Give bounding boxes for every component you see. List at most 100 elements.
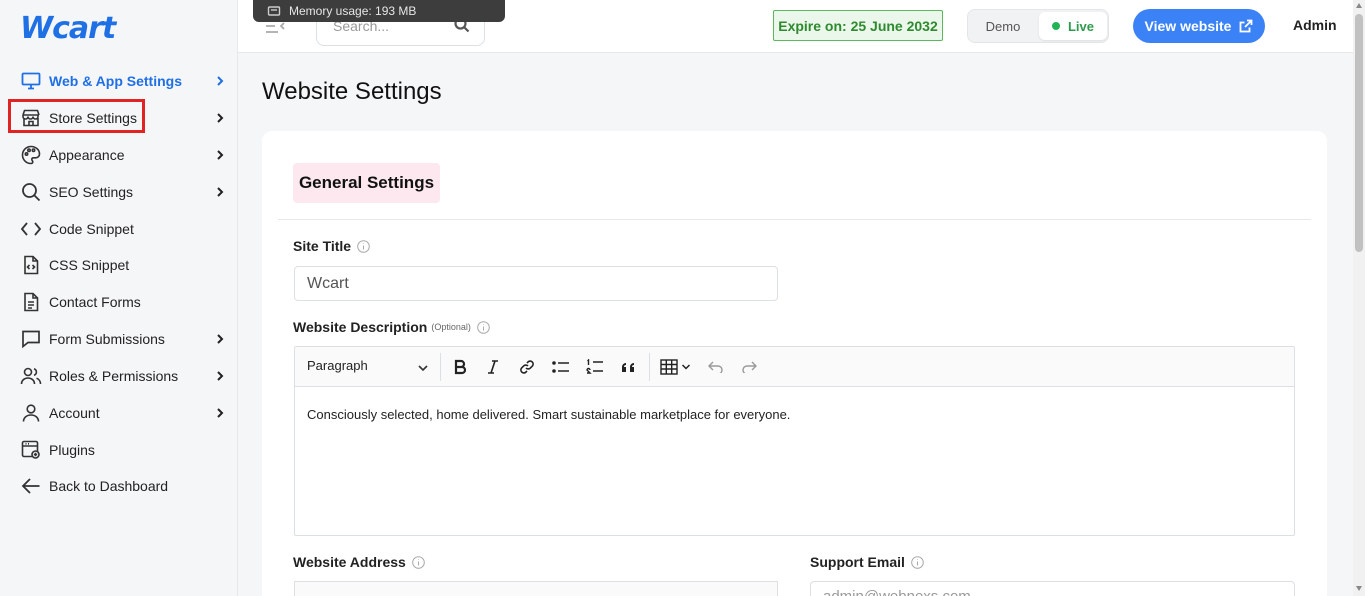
- memory-usage-tooltip: Memory usage: 193 MB: [253, 0, 505, 22]
- website-address-label-text: Website Address: [293, 554, 406, 570]
- website-address-label: Website Address: [293, 554, 425, 570]
- chevron-right-icon: [214, 75, 226, 87]
- chevron-right-icon: [214, 333, 226, 345]
- page-title: Website Settings: [262, 78, 442, 105]
- users-icon: [20, 365, 42, 387]
- chevron-right-icon: [214, 370, 226, 382]
- sidebar-item-account[interactable]: Account: [0, 394, 238, 431]
- undo-icon[interactable]: [704, 355, 728, 379]
- toolbar-separator: [440, 353, 441, 381]
- sidebar-item-plugins[interactable]: Plugins: [0, 431, 238, 468]
- blockquote-icon[interactable]: [617, 355, 641, 379]
- memory-usage-text: Memory usage: 193 MB: [289, 4, 417, 18]
- site-title-value: Wcart: [307, 275, 349, 292]
- sidebar-item-label: Appearance: [49, 146, 125, 163]
- memory-icon: [267, 4, 281, 18]
- toolbar-separator: [649, 353, 650, 381]
- sidebar-item-roles-permissions[interactable]: Roles & Permissions: [0, 357, 238, 394]
- css-file-icon: [20, 254, 42, 276]
- user-icon: [20, 402, 42, 424]
- sidebar-item-web-app-settings[interactable]: Web & App Settings: [0, 62, 238, 99]
- sidebar-item-label: SEO Settings: [49, 183, 134, 200]
- sidebar-item-form-submissions[interactable]: Form Submissions: [0, 320, 238, 357]
- monitor-icon: [20, 70, 42, 92]
- sidebar-item-seo-settings[interactable]: SEO Settings: [0, 173, 238, 210]
- info-icon[interactable]: [412, 555, 425, 569]
- sidebar-item-css-snippet[interactable]: CSS Snippet: [0, 246, 238, 283]
- view-website-button[interactable]: View website: [1133, 9, 1265, 43]
- sidebar-item-appearance[interactable]: Appearance: [0, 136, 238, 173]
- scroll-up-arrow-icon[interactable]: [1356, 3, 1362, 8]
- chevron-right-icon: [214, 149, 226, 161]
- section-divider: [278, 219, 1311, 220]
- scrollbar-thumb[interactable]: [1355, 14, 1363, 252]
- support-email-input[interactable]: admin@webnexs.com: [810, 581, 1295, 596]
- description-editor-content[interactable]: Consciously selected, home delivered. Sm…: [307, 407, 790, 422]
- search-icon: [20, 181, 42, 203]
- sidebar-item-label: Code Snippet: [49, 220, 134, 237]
- sidebar-item-label: CSS Snippet: [49, 256, 130, 273]
- bold-icon[interactable]: [448, 355, 472, 379]
- description-label: Website Description (Optional): [293, 319, 490, 335]
- sidebar-item-label: Contact Forms: [49, 293, 141, 310]
- sidebar-item-back-to-dashboard[interactable]: Back to Dashboard: [0, 467, 238, 504]
- sidebar-item-store-settings[interactable]: Store Settings: [0, 99, 238, 136]
- sidebar-item-label: Roles & Permissions: [49, 367, 179, 384]
- support-email-label: Support Email: [810, 554, 924, 570]
- sidebar-item-label: Store Settings: [49, 109, 137, 126]
- chevron-right-icon: [214, 186, 226, 198]
- sidebar-item-label: Form Submissions: [49, 330, 165, 347]
- italic-icon[interactable]: [481, 355, 505, 379]
- scroll-down-arrow-icon[interactable]: [1356, 586, 1362, 591]
- info-icon[interactable]: [357, 239, 370, 253]
- website-address-editor[interactable]: [294, 581, 778, 596]
- store-icon: [20, 107, 42, 129]
- site-title-input[interactable]: Wcart: [294, 266, 778, 301]
- numbered-list-icon[interactable]: [583, 355, 607, 379]
- page-scrollbar[interactable]: [1353, 0, 1365, 596]
- chevron-right-icon: [214, 112, 226, 124]
- info-icon[interactable]: [477, 320, 490, 334]
- site-title-label-text: Site Title: [293, 238, 352, 254]
- env-demo-option[interactable]: Demo: [968, 10, 1038, 42]
- support-email-label-text: Support Email: [810, 554, 905, 570]
- description-label-text: Website Description: [293, 319, 428, 335]
- sidebar-item-label: Plugins: [49, 441, 95, 458]
- live-status-dot: [1051, 22, 1060, 30]
- sidebar-item-contact-forms[interactable]: Contact Forms: [0, 283, 238, 320]
- sidebar-item-code-snippet[interactable]: Code Snippet: [0, 210, 238, 247]
- palette-icon: [20, 144, 42, 166]
- chevron-right-icon: [214, 407, 226, 419]
- document-icon: [20, 291, 42, 313]
- support-email-value: admin@webnexs.com: [823, 588, 971, 596]
- description-editor[interactable]: Paragraph Consciously selected, home del…: [294, 346, 1295, 536]
- bullet-list-icon[interactable]: [549, 355, 573, 379]
- chevron-down-icon[interactable]: [678, 355, 694, 379]
- sidebar: Wcart Web & App Settings Store Settings …: [0, 0, 238, 596]
- optional-tag: (Optional): [431, 322, 471, 332]
- sidebar-item-label: Back to Dashboard: [49, 477, 169, 494]
- arrow-left-icon: [20, 475, 42, 497]
- info-icon[interactable]: [911, 555, 924, 569]
- section-title: General Settings: [293, 163, 440, 203]
- block-format-select[interactable]: Paragraph: [307, 358, 368, 373]
- redo-icon[interactable]: [737, 355, 761, 379]
- chat-icon: [20, 328, 42, 350]
- editor-toolbar: Paragraph: [295, 347, 1294, 387]
- sidebar-item-label: Account: [49, 404, 100, 421]
- external-link-icon: [1239, 19, 1253, 33]
- code-icon: [20, 218, 42, 240]
- brand-name: Wcart: [20, 11, 116, 46]
- brand-logo[interactable]: Wcart: [20, 8, 116, 46]
- expire-badge: Expire on: 25 June 2032: [773, 10, 943, 41]
- chevron-down-icon[interactable]: [417, 361, 429, 373]
- user-menu[interactable]: Admin: [1293, 17, 1337, 33]
- env-live-label: Live: [1067, 18, 1094, 34]
- environment-toggle[interactable]: Demo Live: [967, 9, 1109, 43]
- link-icon[interactable]: [515, 355, 539, 379]
- site-title-label: Site Title: [293, 238, 370, 254]
- sidebar-item-label: Web & App Settings: [49, 72, 182, 89]
- env-live-option[interactable]: Live: [1039, 12, 1107, 40]
- view-website-label: View website: [1144, 18, 1232, 34]
- plugin-icon: [20, 439, 42, 461]
